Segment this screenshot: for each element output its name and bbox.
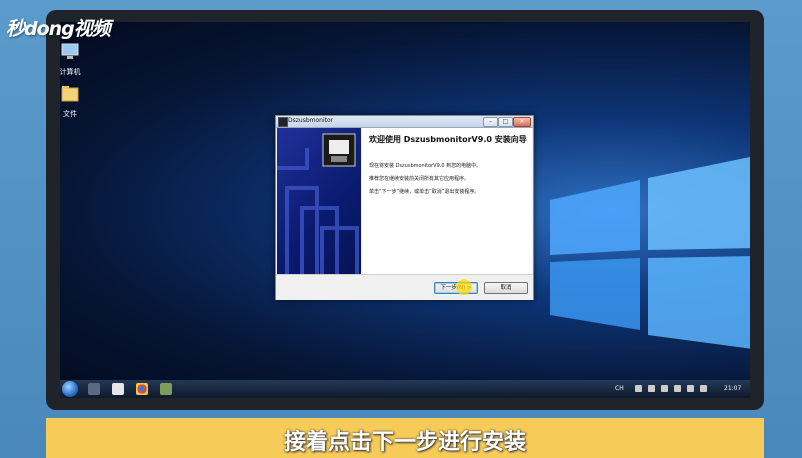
dialog-footer: 下一步(N) > 取消	[276, 274, 533, 300]
click-highlight	[456, 279, 472, 295]
windows-logo-icon	[550, 157, 750, 349]
installer-dialog: Dszusbmonitor – □ × 欢迎使用 DszusbmonitorV9…	[275, 115, 534, 300]
wizard-text-1: 现在将安装 DszusbmonitorV9.0 到您的电脑中。	[369, 163, 482, 169]
taskbar-app-google[interactable]	[112, 383, 124, 395]
tray-network-icon[interactable]	[674, 385, 681, 392]
tray-help-icon[interactable]	[635, 385, 642, 392]
taskbar-app-installer[interactable]	[160, 383, 172, 395]
start-button[interactable]	[62, 381, 78, 397]
subtitle-bar: 接着点击下一步进行安装	[46, 418, 764, 458]
desktop-icon-computer[interactable]: 计算机	[60, 42, 90, 77]
tray-battery-icon[interactable]	[687, 385, 694, 392]
wizard-heading: 欢迎使用 DszusbmonitorV9.0 安装向导	[369, 135, 527, 144]
dialog-titlebar[interactable]: Dszusbmonitor – □ ×	[276, 116, 533, 128]
subtitle-text: 接着点击下一步进行安装	[283, 430, 526, 455]
tray-volume-icon[interactable]	[700, 385, 707, 392]
taskbar-app-chrome[interactable]	[136, 383, 148, 395]
close-button[interactable]: ×	[513, 117, 531, 127]
tray-clock[interactable]: 21:07	[724, 385, 741, 392]
dialog-content: 欢迎使用 DszusbmonitorV9.0 安装向导 现在将安装 Dszusb…	[362, 128, 532, 274]
wizard-text-2: 推荐您在继续安装前关闭所有其它应用程序。	[369, 176, 470, 182]
desktop-icon-label: 计算机	[60, 68, 81, 76]
folder-icon	[61, 86, 79, 102]
desktop-icon-label: 文件	[63, 110, 77, 118]
taskbar: CH 21:07	[60, 380, 750, 398]
wizard-text-3: 单击“下一步”继续，或单击“取消”退出安装程序。	[369, 189, 480, 195]
maximize-button[interactable]: □	[498, 117, 513, 127]
minimize-button[interactable]: –	[483, 117, 498, 127]
taskbar-app-explorer[interactable]	[88, 383, 100, 395]
dialog-title: Dszusbmonitor	[288, 117, 334, 124]
computer-icon	[61, 43, 79, 59]
tray-language[interactable]: CH	[615, 385, 624, 392]
wizard-banner-art	[277, 133, 359, 274]
desktop-screen: 计算机 文件 Dszusbmonitor – □ × 欢迎使用 Dszusbmo…	[60, 22, 750, 398]
tray-gear-icon[interactable]	[648, 385, 655, 392]
wizard-side-banner	[277, 128, 361, 274]
cancel-button[interactable]: 取消	[484, 282, 528, 294]
brand-logo: 秒dong视频	[6, 18, 111, 40]
app-icon	[278, 117, 288, 127]
desktop-icon-folder[interactable]: 文件	[60, 84, 90, 119]
tray-flag-icon[interactable]	[661, 385, 668, 392]
